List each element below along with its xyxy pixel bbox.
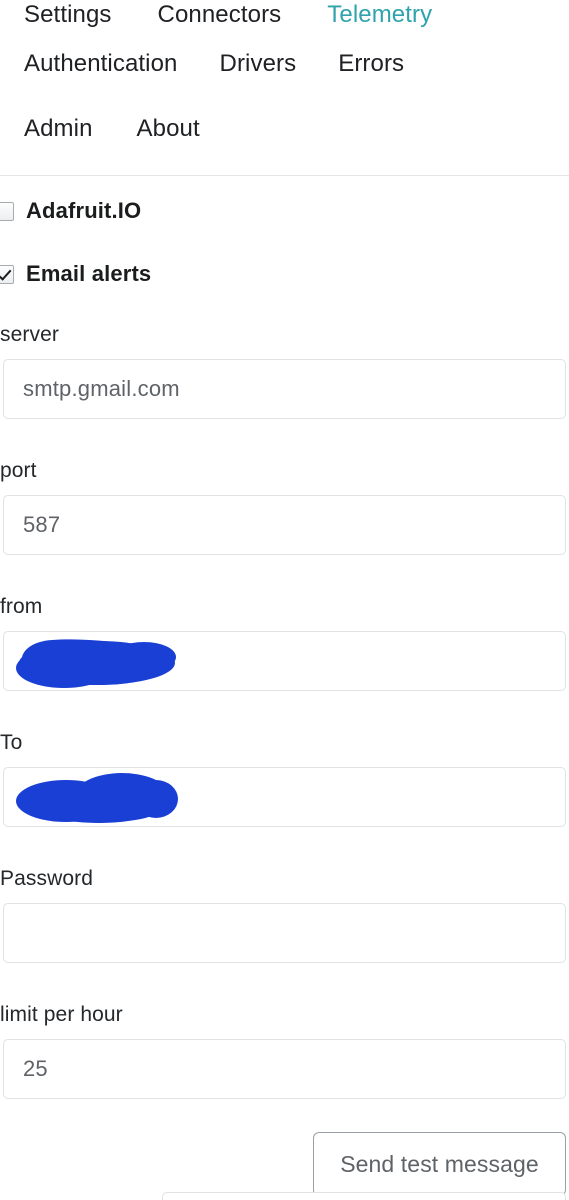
field-to: To @vtext.com <box>0 730 569 827</box>
field-label-port: port <box>0 459 37 482</box>
header-divider <box>0 175 569 176</box>
tab-settings[interactable]: Settings <box>24 0 112 30</box>
tab-errors[interactable]: Errors <box>338 49 404 79</box>
from-input-value: @gmail.com <box>23 648 148 673</box>
limit-per-hour-input-value: 25 <box>23 1056 48 1081</box>
adafruit-checkbox-label: Adafruit.IO <box>26 198 142 223</box>
field-label-to: To <box>0 731 23 754</box>
server-input-value: smtp.gmail.com <box>23 376 180 401</box>
email-alerts-checkbox-label: Email alerts <box>26 261 152 286</box>
field-label-server: server <box>0 323 59 346</box>
field-port: port 587 <box>0 458 569 555</box>
checkbox-row-email-alerts[interactable]: Email alerts <box>0 261 151 287</box>
checkbox-row-adafruit[interactable]: Adafruit.IO <box>0 198 141 224</box>
field-limit-per-hour: limit per hour 25 <box>0 1002 569 1099</box>
field-label-from: from <box>0 595 43 618</box>
server-input[interactable]: smtp.gmail.com <box>3 359 566 419</box>
tab-drivers[interactable]: Drivers <box>220 49 297 79</box>
port-input-value: 587 <box>23 512 61 537</box>
tab-about[interactable]: About <box>137 114 200 144</box>
tab-telemetry[interactable]: Telemetry <box>327 0 432 30</box>
email-alerts-checkbox[interactable] <box>0 264 14 284</box>
tab-row-1: Settings Connectors Telemetry <box>0 0 569 31</box>
field-from: from @gmail.com <box>0 594 569 691</box>
to-input[interactable]: @vtext.com <box>3 767 566 827</box>
tab-navigation: Settings Connectors Telemetry Authentica… <box>0 0 569 161</box>
telemetry-settings-page: Settings Connectors Telemetry Authentica… <box>0 0 569 1200</box>
adafruit-checkbox[interactable] <box>0 201 14 221</box>
tab-authentication[interactable]: Authentication <box>24 49 178 79</box>
port-input[interactable]: 587 <box>3 495 566 555</box>
limit-per-hour-input[interactable]: 25 <box>3 1039 566 1099</box>
field-server: server smtp.gmail.com <box>0 322 569 419</box>
tab-row-2: Authentication Drivers Errors <box>0 31 569 96</box>
to-input-value: @vtext.com <box>23 784 142 809</box>
tab-connectors[interactable]: Connectors <box>158 0 282 30</box>
from-input[interactable]: @gmail.com <box>3 631 566 691</box>
tab-admin[interactable]: Admin <box>24 114 93 144</box>
password-input[interactable] <box>3 903 566 963</box>
send-test-message-button[interactable]: Send test message <box>313 1132 566 1196</box>
field-password: Password <box>0 866 569 963</box>
field-label-password: Password <box>0 867 94 890</box>
field-label-limit-per-hour: limit per hour <box>0 1003 123 1026</box>
next-field-input-clipped[interactable] <box>162 1192 566 1200</box>
tab-row-3: Admin About <box>0 96 569 161</box>
